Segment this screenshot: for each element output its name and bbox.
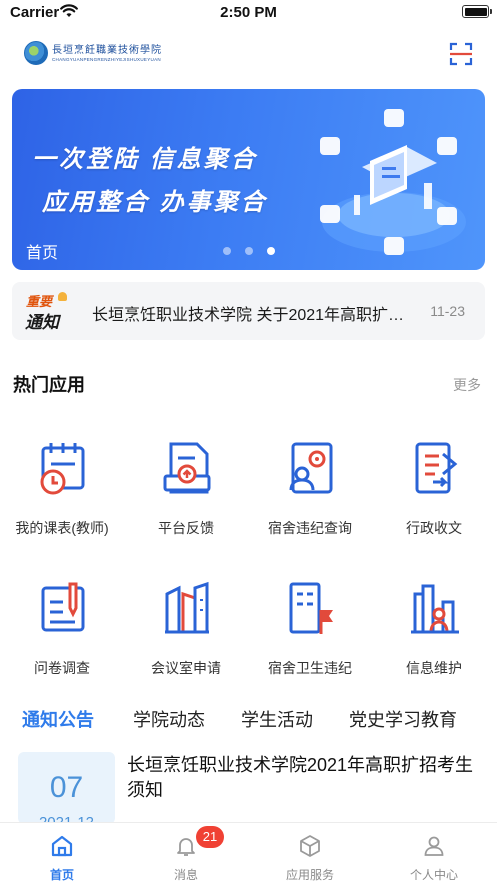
dorm-hygiene-icon [289,582,333,634]
important-notice-badge: 重要 通知 [24,291,72,332]
banner-carousel[interactable]: 一次登陆 信息聚合 应用整合 办事聚合 首页 [12,89,485,270]
notice-date: 11-23 [430,303,465,319]
home-icon [51,835,73,857]
carousel-dot[interactable] [245,247,253,255]
meeting-room-icon [165,581,209,634]
banner-headline-2: 应用整合 办事聚合 [42,189,268,216]
unread-count-badge: 21 [196,826,224,848]
dorm-discipline-icon [289,442,333,494]
feedback-icon [163,442,211,494]
app-dorm-discipline[interactable]: 宿舍违纪查询 [248,430,372,550]
notice-badge-bottom: 通知 [25,313,59,332]
app-label: 宿舍卫生违纪 [268,660,352,676]
app-label: 宿舍违纪查询 [268,520,352,536]
news-date-card[interactable]: 07 2021-12 [18,752,115,824]
bottom-tab-bar: 首页 21 消息 应用服务 个人中心 [0,822,497,883]
news-title[interactable]: 长垣烹饪职业技术学院2021年高职扩招考生须知 [127,753,475,803]
tab-party-history[interactable]: 党史学习教育 [349,706,457,732]
logo-english-name: CHANGYUANPENGRENZHIYEJISHUXUEYUAN [52,56,161,62]
app-label: 行政收文 [406,520,462,536]
isometric-computer-illustration [320,109,466,255]
app-meeting-room[interactable]: 会议室申请 [124,570,248,690]
user-icon [424,836,444,856]
app-admin-documents[interactable]: 行政收文 [372,430,496,550]
cube-icon [300,835,320,857]
notice-bell-icon [58,292,67,301]
survey-icon [41,582,85,632]
school-logo: 長垣烹飪職業技術學院 CHANGYUANPENGRENZHIYEJISHUXUE… [24,40,172,66]
info-maintenance-icon [411,584,459,634]
tab-notices[interactable]: 通知公告 [22,706,94,732]
carousel-indicator [223,247,275,255]
tabbar-label: 应用服务 [285,868,334,882]
app-my-schedule[interactable]: 我的课表(教师) [0,430,124,550]
school-seal-icon [24,41,48,65]
app-info-maintenance[interactable]: 信息维护 [372,570,496,690]
app-survey[interactable]: 问卷调查 [0,570,124,690]
app-dorm-hygiene[interactable]: 宿舍卫生违纪 [248,570,372,690]
tabbar-messages[interactable]: 21 消息 [124,823,248,883]
tabbar-profile[interactable]: 个人中心 [372,823,496,883]
battery-icon [462,5,492,18]
app-header: 長垣烹飪職業技術學院 CHANGYUANPENGRENZHIYEJISHUXUE… [0,26,497,82]
news-day: 07 [49,771,84,804]
tabbar-app-services[interactable]: 应用服务 [248,823,372,883]
tabbar-home[interactable]: 首页 [0,823,124,883]
hot-apps-title: 热门应用 [13,375,85,395]
status-bar: Carrier 2:50 PM [0,0,497,26]
bell-icon [177,838,195,856]
tabbar-label: 消息 [173,868,198,882]
banner-headline-1: 一次登陆 信息聚合 [32,146,258,173]
app-label: 我的课表(教师) [15,520,109,536]
scan-icon[interactable] [449,42,473,66]
clock: 2:50 PM [220,4,277,21]
carousel-dot-active[interactable] [267,247,275,255]
app-label: 会议室申请 [151,660,221,676]
tabbar-label: 首页 [49,868,74,882]
app-label: 平台反馈 [158,520,214,536]
carousel-dot[interactable] [223,247,231,255]
app-platform-feedback[interactable]: 平台反馈 [124,430,248,550]
logo-chinese-name: 長垣烹飪職業技術學院 [52,44,162,56]
schedule-icon [40,443,85,495]
banner-caption: 首页 [26,245,59,262]
important-notice-bar[interactable]: 重要 通知 长垣烹饪职业技术学院 关于2021年高职扩招考生须知 11-23 [12,282,485,340]
app-label: 问卷调查 [34,660,90,676]
admin-document-icon [415,442,458,494]
tabbar-label: 个人中心 [409,868,458,882]
news-tabs: 通知公告 学院动态 学生活动 党史学习教育 [0,706,497,736]
more-link[interactable]: 更多 [453,375,481,395]
tab-student-activities[interactable]: 学生活动 [241,706,313,732]
tab-college-news[interactable]: 学院动态 [133,706,205,732]
notice-text: 长垣烹饪职业技术学院 关于2021年高职扩招考生须知 [92,307,414,324]
app-label: 信息维护 [406,660,462,676]
